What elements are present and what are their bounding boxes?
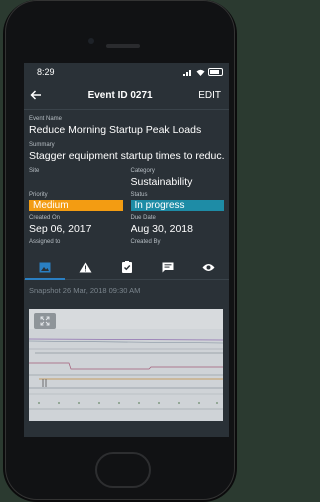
people-row: Assigned to Created By xyxy=(29,239,224,251)
priority-badge: Medium xyxy=(29,200,123,211)
eye-icon xyxy=(202,263,215,271)
priority-field: Priority Medium xyxy=(29,192,123,211)
page-title: Event ID 0271 xyxy=(87,89,153,101)
dates-row: Created On Sep 06, 2017 Due Date Aug 30,… xyxy=(29,215,224,239)
event-name-field: Event Name Reduce Morning Startup Peak L… xyxy=(29,116,224,136)
category-label: Category xyxy=(130,168,155,174)
status-badge: In progress xyxy=(130,200,224,211)
snapshot-image[interactable] xyxy=(29,309,223,421)
expand-snapshot-button[interactable] xyxy=(34,313,56,329)
home-button[interactable] xyxy=(95,452,151,488)
status-bar: 8:29 xyxy=(24,63,229,81)
summary-label: Summary xyxy=(29,142,55,148)
battery-icon xyxy=(208,68,223,76)
assigned-to-field: Assigned to xyxy=(29,239,123,247)
tab-comments[interactable] xyxy=(156,257,180,277)
assigned-to-label: Assigned to xyxy=(29,239,61,245)
image-icon xyxy=(39,262,50,272)
event-name-value: Reduce Morning Startup Peak Loads xyxy=(29,124,202,136)
created-on-label: Created On xyxy=(29,215,61,221)
due-date-value: Aug 30, 2018 xyxy=(130,223,193,235)
tab-watch[interactable] xyxy=(197,257,221,277)
site-field: Site xyxy=(29,168,123,188)
event-details: Event Name Reduce Morning Startup Peak L… xyxy=(24,110,229,251)
edit-button[interactable]: EDIT xyxy=(198,90,221,101)
category-value: Sustainability xyxy=(130,176,193,188)
signal-icon xyxy=(183,69,191,76)
event-name-label: Event Name xyxy=(29,116,63,122)
summary-field: Summary Stagger equipment startup times … xyxy=(29,142,224,162)
priority-label: Priority xyxy=(29,192,48,198)
detail-tabs xyxy=(24,255,229,280)
created-on-value: Sep 06, 2017 xyxy=(29,223,92,235)
site-category-row: Site Category Sustainability xyxy=(29,168,224,192)
comment-icon xyxy=(162,262,173,272)
created-by-label: Created By xyxy=(130,239,161,245)
phone-frame: 8:29 Event ID 0271 EDIT Event Name Reduc… xyxy=(3,0,237,502)
tab-snapshot[interactable] xyxy=(24,257,65,280)
phone-bezel: 8:29 Event ID 0271 EDIT Event Name Reduc… xyxy=(5,0,235,500)
snapshot-timestamp: Snapshot 26 Mar, 2018 09:30 AM xyxy=(29,286,141,295)
priority-status-row: Priority Medium Status In progress xyxy=(29,192,224,215)
status-icons xyxy=(183,68,223,76)
created-by-field: Created By xyxy=(123,239,225,247)
snapshot-trend-graphic xyxy=(29,309,223,421)
status-label: Status xyxy=(130,192,148,198)
warning-icon xyxy=(79,262,92,272)
expand-icon xyxy=(40,316,50,326)
wifi-icon xyxy=(196,69,205,76)
front-camera xyxy=(88,38,94,44)
due-date-label: Due Date xyxy=(130,215,156,221)
status-field: Status In progress xyxy=(123,192,224,211)
earpiece-speaker xyxy=(106,44,140,48)
due-date-field: Due Date Aug 30, 2018 xyxy=(123,215,225,235)
app-screen: 8:29 Event ID 0271 EDIT Event Name Reduc… xyxy=(24,63,229,437)
back-arrow-icon[interactable] xyxy=(30,90,42,100)
site-label: Site xyxy=(29,168,40,174)
status-time: 8:29 xyxy=(37,67,55,77)
summary-value: Stagger equipment startup times to reduc… xyxy=(29,150,224,162)
created-on-field: Created On Sep 06, 2017 xyxy=(29,215,123,235)
tab-alerts[interactable] xyxy=(74,257,98,277)
checklist-icon xyxy=(121,261,132,273)
tab-tasks[interactable] xyxy=(115,257,139,277)
app-header: Event ID 0271 EDIT xyxy=(24,81,229,110)
category-field: Category Sustainability xyxy=(123,168,225,188)
